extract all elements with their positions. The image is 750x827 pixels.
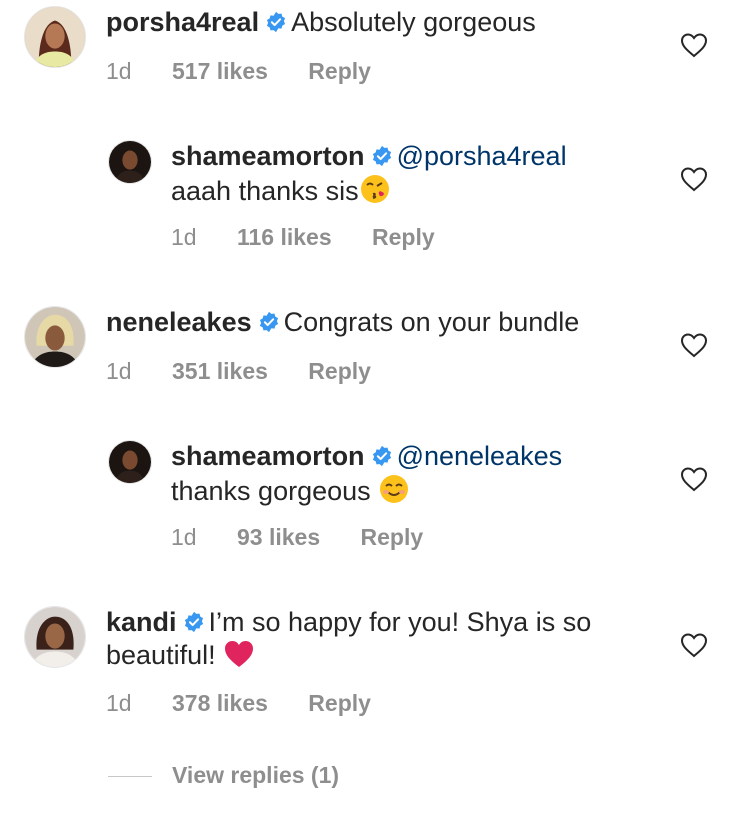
verified-badge-icon xyxy=(372,145,391,167)
likes-count[interactable]: 378 likes xyxy=(172,690,268,717)
red-heart-emoji xyxy=(225,641,254,667)
comment-body-continued: beautiful! xyxy=(106,640,216,670)
reply-button[interactable]: Reply xyxy=(308,358,371,385)
mention-link[interactable]: @porsha4real xyxy=(397,141,567,171)
verified-badge-icon xyxy=(267,11,286,33)
reply-button[interactable]: Reply xyxy=(308,58,371,85)
avatar-image xyxy=(25,607,85,667)
avatar-image xyxy=(25,307,85,367)
username[interactable]: neneleakes xyxy=(106,307,252,337)
avatar-image xyxy=(25,7,85,67)
timestamp: 1d xyxy=(171,524,197,550)
verified-badge-icon xyxy=(372,445,391,467)
reply-button[interactable]: Reply xyxy=(361,524,424,551)
avatar[interactable] xyxy=(108,140,152,184)
divider-line xyxy=(108,776,152,778)
username[interactable]: shameamorton xyxy=(171,441,365,471)
kissing-face-emoji xyxy=(360,175,389,203)
comment-body: I’m so happy for you! Shya is so xyxy=(208,607,592,637)
view-replies-button[interactable]: View replies (1) xyxy=(108,762,339,789)
comment-body: thanks gorgeous xyxy=(171,476,371,506)
like-heart-icon[interactable] xyxy=(680,466,708,492)
verified-badge-icon xyxy=(259,311,278,333)
comment-body: Congrats on your bundle xyxy=(283,307,580,337)
avatar[interactable] xyxy=(24,606,86,668)
username[interactable]: porsha4real xyxy=(106,7,259,37)
timestamp: 1d xyxy=(171,224,197,250)
reply-button[interactable]: Reply xyxy=(308,690,371,717)
comment-text: kandi I’m so happy for you! Shya is so be… xyxy=(106,606,591,672)
timestamp: 1d xyxy=(106,690,132,716)
like-heart-icon[interactable] xyxy=(680,32,708,58)
comment-meta: 1d 378 likes Reply xyxy=(106,690,371,717)
comment-meta: 1d 351 likes Reply xyxy=(106,358,371,385)
timestamp: 1d xyxy=(106,58,132,84)
comment-body: Absolutely gorgeous xyxy=(291,7,536,37)
likes-count[interactable]: 116 likes xyxy=(237,224,332,251)
likes-count[interactable]: 517 likes xyxy=(172,58,268,85)
comment-text: neneleakes Congrats on your bundle xyxy=(106,306,579,339)
like-heart-icon[interactable] xyxy=(680,332,708,358)
mention-link[interactable]: @neneleakes xyxy=(397,441,563,471)
username[interactable]: shameamorton xyxy=(171,141,365,171)
username[interactable]: kandi xyxy=(106,607,177,637)
avatar[interactable] xyxy=(24,6,86,68)
comment-body: aaah thanks sis xyxy=(171,176,359,206)
avatar-image xyxy=(109,141,151,183)
timestamp: 1d xyxy=(106,358,132,384)
verified-badge-icon xyxy=(184,611,203,633)
avatar[interactable] xyxy=(24,306,86,368)
comment-meta: 1d 517 likes Reply xyxy=(106,58,371,85)
view-replies-label[interactable]: View replies (1) xyxy=(172,762,339,788)
like-heart-icon[interactable] xyxy=(680,632,708,658)
comment-text: porsha4real Absolutely gorgeous xyxy=(106,6,536,39)
like-heart-icon[interactable] xyxy=(680,166,708,192)
comment-meta: 1d 116 likes Reply xyxy=(171,224,435,251)
smiling-face-emoji xyxy=(380,475,409,503)
likes-count[interactable]: 351 likes xyxy=(172,358,268,385)
likes-count[interactable]: 93 likes xyxy=(237,524,320,551)
comment-text: shameamorton @porsha4real aaah thanks sis xyxy=(171,140,567,208)
comment-meta: 1d 93 likes Reply xyxy=(171,524,423,551)
reply-button[interactable]: Reply xyxy=(372,224,435,251)
comment-text: shameamorton @neneleakes thanks gorgeous xyxy=(171,440,562,508)
avatar-image xyxy=(109,441,151,483)
avatar[interactable] xyxy=(108,440,152,484)
